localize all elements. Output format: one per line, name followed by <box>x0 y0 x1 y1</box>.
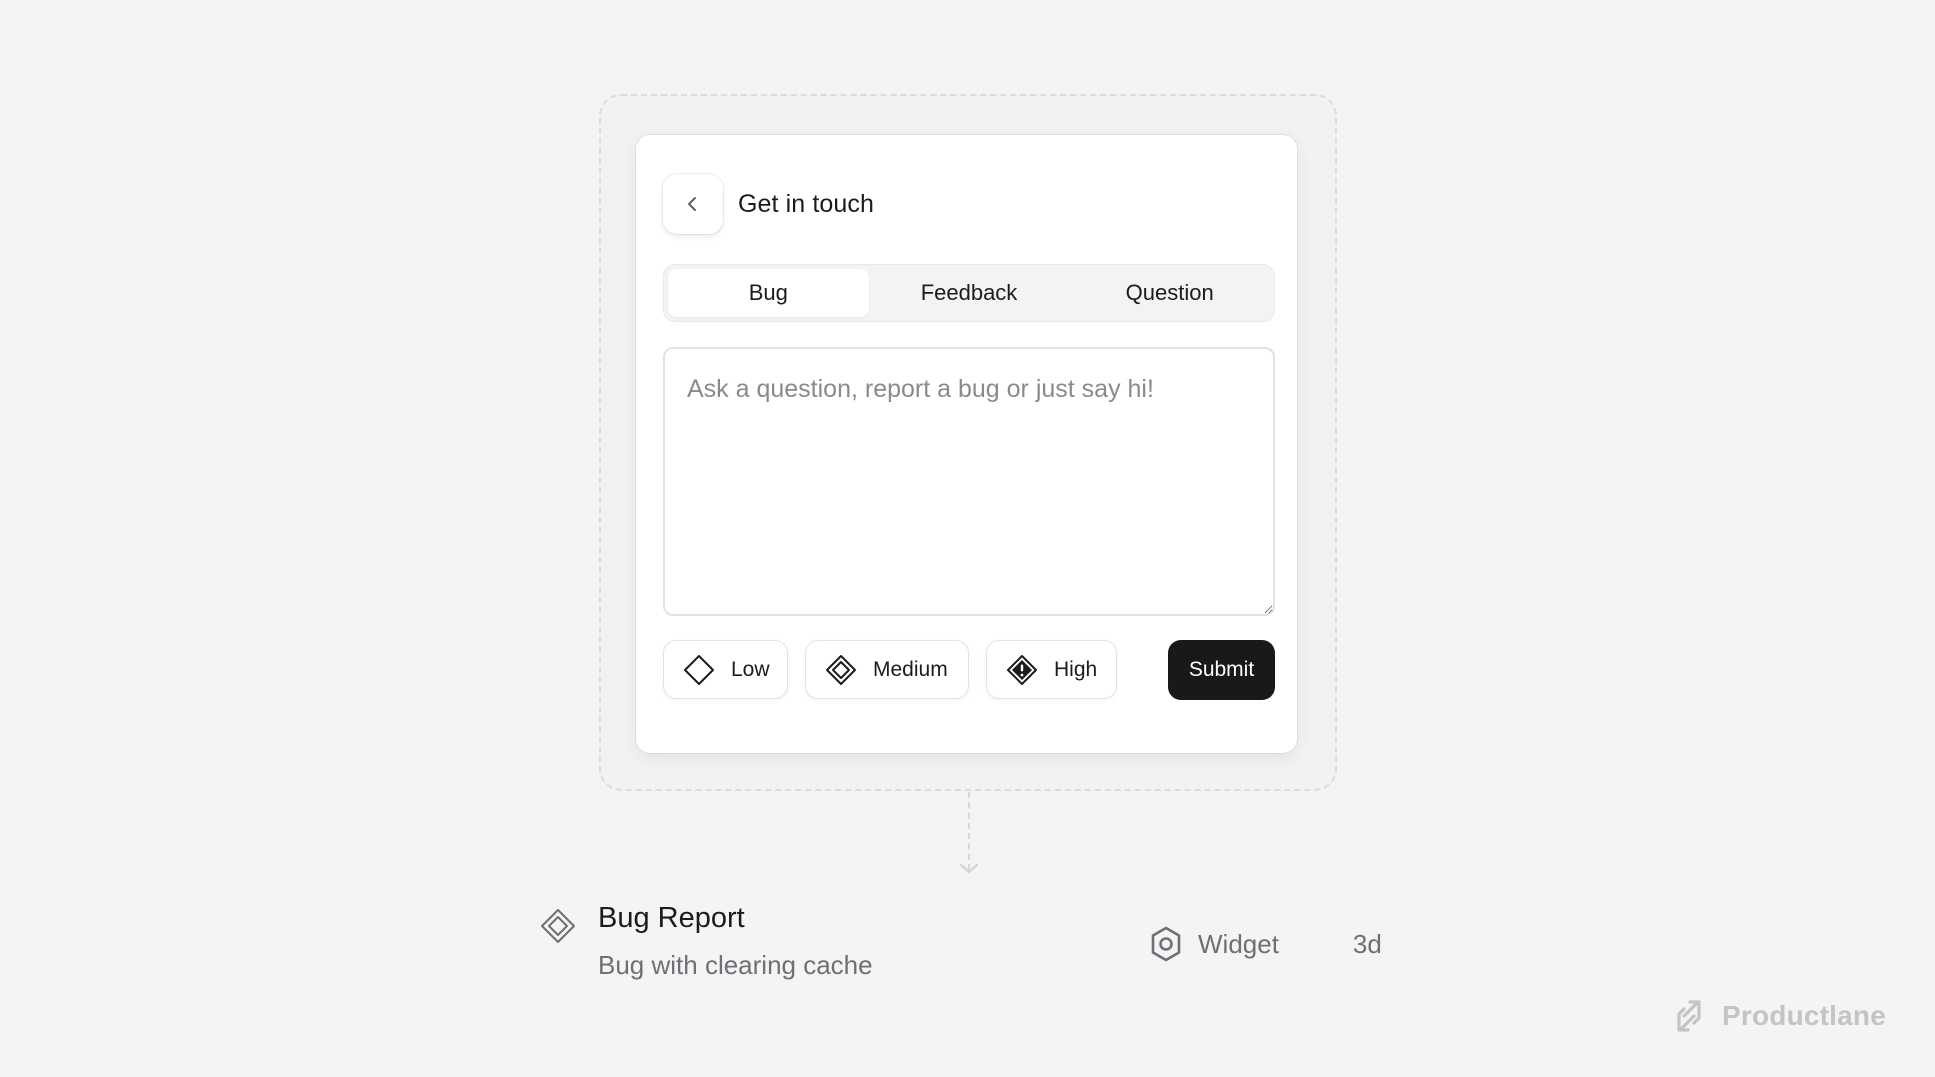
report-source: Widget <box>1198 928 1279 959</box>
get-in-touch-card: Get in touch Bug Feedback Question Low M… <box>636 135 1297 753</box>
brand-name: Productlane <box>1722 1000 1887 1031</box>
tab-feedback[interactable]: Feedback <box>869 269 1070 317</box>
priority-low-label: Low <box>731 657 770 681</box>
priority-medium-label: Medium <box>873 657 948 681</box>
priority-row: Low Medium High Submit <box>663 640 1275 700</box>
report-subtitle: Bug with clearing cache <box>598 950 873 980</box>
priority-low-button[interactable]: Low <box>663 640 788 699</box>
priority-high-button[interactable]: High <box>986 640 1117 699</box>
productlane-brand: Productlane <box>1670 994 1886 1038</box>
message-input[interactable] <box>663 347 1275 616</box>
report-meta: Widget 3d <box>1150 924 1382 964</box>
submit-button[interactable]: Submit <box>1168 640 1275 700</box>
hexagon-widget-icon <box>1151 926 1181 962</box>
priority-high-label: High <box>1054 657 1098 681</box>
productlane-arrows-icon <box>1677 1000 1701 1032</box>
connector-line <box>968 792 970 870</box>
card-title: Get in touch <box>738 189 875 218</box>
type-tabs: Bug Feedback Question <box>663 264 1275 322</box>
report-age: 3d <box>1352 928 1382 959</box>
tab-bug[interactable]: Bug <box>668 269 869 317</box>
message-field-wrapper <box>663 347 1275 616</box>
back-button[interactable] <box>663 174 723 234</box>
diamond-outline-icon <box>684 654 714 685</box>
diamond-alert-icon <box>1007 654 1037 685</box>
diamond-double-icon <box>826 654 856 685</box>
tab-question[interactable]: Question <box>1069 269 1270 317</box>
chevron-left-icon <box>688 197 696 211</box>
card-header: Get in touch <box>663 174 874 234</box>
priority-medium-button[interactable]: Medium <box>805 640 969 699</box>
report-title: Bug Report <box>598 902 745 934</box>
chevron-down-icon <box>959 863 979 874</box>
diamond-double-icon <box>541 909 575 943</box>
